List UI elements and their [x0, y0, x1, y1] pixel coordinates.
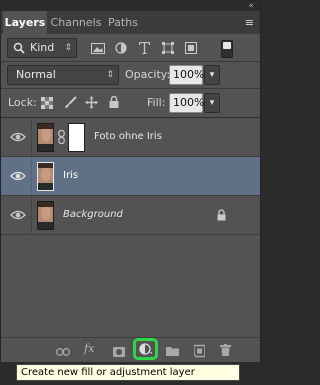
layer-thumbnail[interactable] — [37, 123, 54, 152]
new-fill-adjustment-layer-button[interactable] — [133, 338, 158, 360]
chevron-down-icon: ▾ — [209, 70, 215, 80]
chevron-down-icon: ▾ — [209, 98, 215, 108]
delete-layer-trash-icon[interactable] — [220, 343, 231, 357]
panel-menu-icon[interactable]: ≡ — [245, 17, 254, 28]
tooltip: Create new fill or adjustment layer — [16, 364, 240, 381]
lock-position-icon[interactable] — [85, 96, 98, 109]
filter-type-icon[interactable] — [139, 42, 150, 54]
divider — [31, 196, 32, 234]
fill-label: Fill: — [147, 96, 166, 109]
filter-row: Kind ⇕ — [1, 35, 260, 61]
layer-row-iris[interactable]: Iris — [1, 157, 260, 196]
search-icon — [13, 42, 25, 54]
filter-kind-label: Kind — [30, 41, 55, 54]
fill-dropdown-button[interactable]: ▾ — [204, 93, 220, 113]
lock-label: Lock: — [8, 96, 37, 109]
layer-row-foto-ohne-iris[interactable]: Foto ohne Iris — [1, 118, 260, 157]
tab-paths[interactable]: Paths — [105, 11, 141, 34]
layer-thumbnail[interactable] — [37, 201, 54, 230]
lock-all-icon[interactable] — [109, 95, 119, 108]
filter-pixel-icon[interactable] — [91, 43, 105, 54]
tab-layers[interactable]: Layers — [3, 11, 47, 34]
portrait-thumbnail-image — [38, 163, 53, 190]
panel-top-strip: « — [1, 1, 260, 11]
blend-row: Normal ⇕ Opacity: 100% ▾ — [1, 62, 260, 88]
layers-panel: « Layers Channels Paths ≡ Kind ⇕ Normal … — [0, 0, 261, 362]
layer-mask-thumbnail[interactable] — [68, 123, 85, 152]
tab-channels[interactable]: Channels — [50, 11, 102, 34]
mask-link-chain-icon[interactable] — [58, 130, 65, 144]
layer-thumbnail[interactable] — [37, 162, 54, 191]
fill-input[interactable]: 100% — [169, 93, 204, 113]
half-circle-adjustment-icon — [139, 343, 152, 355]
new-layer-icon[interactable] — [194, 344, 205, 358]
add-layer-style-fx-button[interactable]: fx — [84, 342, 94, 356]
divider — [31, 157, 32, 195]
layers-list: Foto ohne Iris Iris Background — [1, 118, 260, 336]
filter-smartobject-icon[interactable] — [185, 42, 197, 54]
portrait-thumbnail-image — [38, 124, 53, 151]
layer-name[interactable]: Iris — [63, 157, 78, 195]
portrait-thumbnail-image — [38, 202, 53, 229]
blend-mode-select[interactable]: Normal ⇕ — [7, 65, 119, 85]
lock-transparent-pixels-icon[interactable] — [41, 97, 53, 109]
layer-name[interactable]: Background — [63, 196, 123, 234]
new-group-folder-icon[interactable] — [166, 344, 179, 358]
layer-row-background[interactable]: Background — [1, 196, 260, 235]
opacity-label: Opacity: — [125, 68, 171, 81]
filter-kind-select[interactable]: Kind ⇕ — [7, 38, 77, 58]
filter-toggle-switch[interactable] — [221, 40, 233, 58]
divider — [31, 118, 32, 156]
visibility-eye-icon[interactable] — [10, 209, 26, 221]
collapse-icon[interactable]: « — [248, 1, 254, 11]
toggle-knob — [223, 42, 231, 49]
layer-lock-icon — [217, 209, 226, 221]
filter-shape-icon[interactable] — [162, 42, 174, 54]
chevron-updown-icon: ⇕ — [106, 70, 114, 80]
visibility-eye-icon[interactable] — [10, 170, 26, 182]
opacity-dropdown-button[interactable]: ▾ — [204, 65, 220, 85]
lock-image-pixels-icon[interactable] — [64, 96, 77, 109]
tab-bar: « Layers Channels Paths ≡ — [1, 1, 260, 34]
chevron-updown-icon: ⇕ — [64, 43, 72, 53]
blend-mode-value: Normal — [16, 68, 56, 81]
layer-name[interactable]: Foto ohne Iris — [94, 118, 162, 156]
opacity-input[interactable]: 100% — [169, 65, 204, 85]
visibility-eye-icon[interactable] — [10, 131, 26, 143]
filter-adjustment-icon[interactable] — [115, 42, 127, 54]
lock-row: Lock: Fill: 100% ▾ — [1, 89, 260, 117]
link-layers-icon[interactable] — [56, 345, 70, 359]
add-layer-mask-icon[interactable] — [113, 345, 125, 359]
layers-bottom-toolbar: fx — [1, 337, 260, 362]
